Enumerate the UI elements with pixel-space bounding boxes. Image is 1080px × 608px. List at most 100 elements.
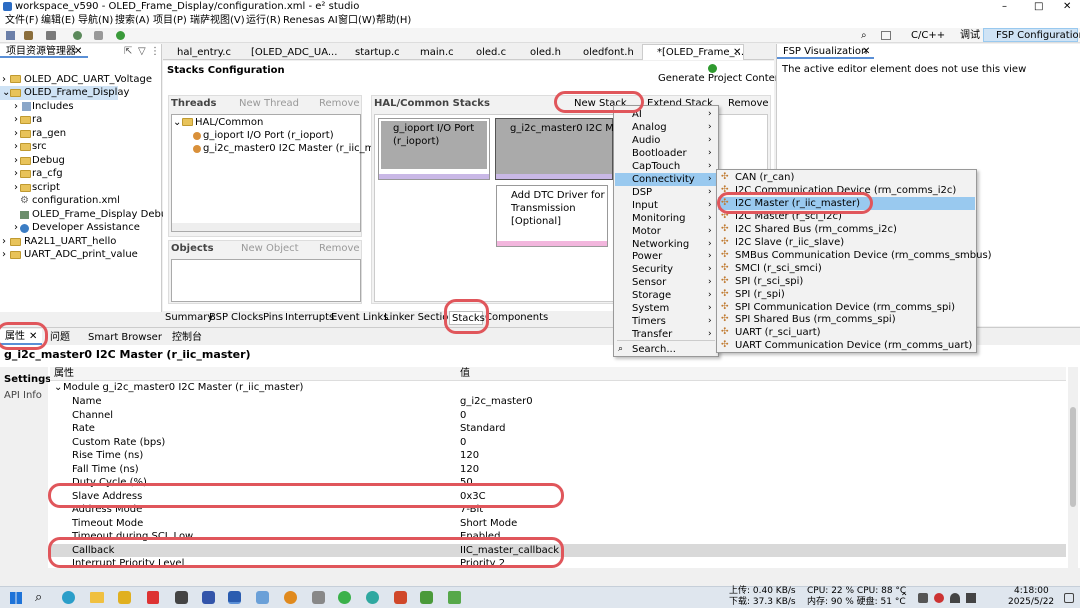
explorer-tab[interactable]: 项目资源管理器 ✕: [0, 44, 88, 58]
app-icon[interactable]: [118, 591, 131, 604]
property-value[interactable]: 120: [460, 449, 479, 462]
table-row[interactable]: Custom Rate (bps) 0: [50, 436, 1066, 450]
property-value[interactable]: 0: [460, 436, 466, 449]
menu-search[interactable]: 搜索(A): [115, 14, 150, 27]
tab-pins[interactable]: Pins: [263, 311, 283, 324]
new-stack-menu-item[interactable]: Networking: [632, 238, 689, 251]
menu-edit[interactable]: 编辑(E): [41, 14, 75, 27]
search-icon[interactable]: ⌕: [861, 29, 867, 42]
new-stack-menu-item[interactable]: Input: [632, 199, 658, 212]
chevron-right-icon[interactable]: ›: [14, 100, 18, 113]
perspective-debug[interactable]: 调试: [960, 29, 980, 42]
table-row[interactable]: Fall Time (ns) 120: [50, 463, 1066, 477]
perspective-cpp[interactable]: C/C++: [911, 29, 945, 42]
new-stack-menu-item[interactable]: Search...: [632, 343, 676, 356]
windows-start-icon[interactable]: [10, 592, 22, 604]
new-stack-menu-item[interactable]: Connectivity: [632, 173, 695, 186]
stack-block-ioport[interactable]: g_ioport I/O Port (r_ioport): [378, 118, 490, 180]
connectivity-menu-item[interactable]: SPI Shared Bus (rm_comms_spi): [735, 313, 896, 326]
thread-module-i2c[interactable]: g_i2c_master0 I2C Master (r_iic_maste: [203, 142, 396, 155]
explorer-item-ra[interactable]: ra: [32, 113, 42, 126]
tab-main[interactable]: main.c: [420, 46, 454, 59]
tab-event-links[interactable]: Event Links: [331, 311, 389, 324]
hammer-icon[interactable]: [46, 31, 56, 40]
property-value[interactable]: 50: [460, 476, 473, 489]
explorer-item-ra2l1[interactable]: RA2L1_UART_hello: [24, 235, 116, 248]
new-stack-menu-item[interactable]: System: [632, 302, 669, 315]
connectivity-menu-item[interactable]: I2C Master (r_iic_master): [735, 197, 860, 210]
view-menu-icon[interactable]: ⋮: [150, 45, 160, 58]
tab-problems[interactable]: 问题: [50, 331, 70, 344]
debug-icon[interactable]: [73, 31, 82, 40]
connectivity-menu-item[interactable]: SPI (r_spi): [735, 288, 785, 301]
fsp-visualization-tab[interactable]: FSP Visualization ✕: [777, 44, 874, 59]
new-stack-menu-item[interactable]: Storage: [632, 289, 671, 302]
chevron-right-icon[interactable]: ›: [14, 154, 18, 167]
properties-scrollbar[interactable]: [1068, 367, 1078, 568]
connectivity-menu-item[interactable]: SPI Communication Device (rm_comms_spi): [735, 301, 955, 314]
connectivity-menu-item[interactable]: SPI (r_sci_spi): [735, 275, 803, 288]
table-row[interactable]: Duty Cycle (%) 50: [50, 476, 1066, 490]
new-stack-menu-item[interactable]: DSP: [632, 186, 652, 199]
table-row[interactable]: Callback IIC_master_callback: [50, 543, 1066, 557]
property-value[interactable]: 0: [460, 409, 466, 422]
app-icon[interactable]: [448, 591, 461, 604]
connectivity-menu-item[interactable]: I2C Shared Bus (rm_comms_i2c): [735, 223, 897, 236]
collapse-all-icon[interactable]: ⇱: [124, 45, 132, 58]
edge-icon[interactable]: [62, 591, 75, 604]
new-stack-menu-item[interactable]: Audio: [632, 134, 660, 147]
threads-scrollbar[interactable]: [172, 223, 360, 231]
chevron-down-icon[interactable]: ⌄: [173, 116, 181, 129]
tab-properties-active[interactable]: 属性 ✕: [0, 329, 42, 345]
new-stack-menu-item[interactable]: Sensor: [632, 276, 666, 289]
explorer-item-src[interactable]: src: [32, 140, 47, 153]
explorer-item-developer-assistance[interactable]: Developer Assistance: [32, 221, 140, 234]
wechat-icon[interactable]: [338, 591, 351, 604]
app-icon[interactable]: [420, 591, 433, 604]
new-stack-menu-item[interactable]: Monitoring: [632, 212, 685, 225]
close-icon[interactable]: ✕: [74, 45, 82, 58]
explorer-item-uart-adc[interactable]: UART_ADC_print_value: [24, 248, 138, 261]
table-row[interactable]: Timeout Mode Short Mode: [50, 517, 1066, 531]
connectivity-menu-item[interactable]: UART Communication Device (rm_comms_uart…: [735, 339, 972, 352]
explorer-item-project-frame[interactable]: OLED_Frame_Display: [24, 86, 129, 99]
chevron-right-icon[interactable]: ›: [14, 113, 18, 126]
e2studio-icon[interactable]: [228, 591, 241, 604]
chevron-right-icon[interactable]: ›: [14, 140, 18, 153]
properties-tab-settings[interactable]: Settings: [4, 373, 51, 386]
new-stack-menu-item[interactable]: Motor: [632, 225, 661, 238]
menu-renesas-ai[interactable]: Renesas AI: [283, 14, 338, 27]
tab-smart-browser[interactable]: Smart Browser: [88, 331, 162, 344]
chevron-up-icon[interactable]: ⌃: [900, 591, 908, 604]
chevron-right-icon[interactable]: ›: [2, 248, 6, 261]
generate-project-content[interactable]: Generate Project Content: [658, 72, 785, 85]
table-row[interactable]: Rate Standard: [50, 422, 1066, 436]
close-button[interactable]: ✕: [1063, 0, 1071, 13]
explorer-item-project-voltage[interactable]: OLED_ADC_UART_Voltage: [24, 73, 152, 86]
tab-console[interactable]: 控制台: [172, 331, 202, 344]
table-row[interactable]: Rise Time (ns) 120: [50, 449, 1066, 463]
tab-clocks[interactable]: Clocks: [231, 311, 263, 324]
connectivity-menu-item[interactable]: I2C Slave (r_iic_slave): [735, 236, 844, 249]
connectivity-menu-item[interactable]: CAN (r_can): [735, 171, 794, 184]
property-value[interactable]: Priority 2: [460, 557, 505, 568]
build-icon[interactable]: [24, 31, 33, 40]
tray-icon[interactable]: [918, 593, 928, 603]
tab-bsp[interactable]: BSP: [209, 311, 228, 324]
tab-startup[interactable]: startup.c: [355, 46, 400, 59]
property-value[interactable]: g_i2c_master0: [460, 395, 533, 408]
explorer-item-debug[interactable]: Debug: [32, 154, 65, 167]
chevron-down-icon[interactable]: ⌄: [54, 381, 62, 394]
table-row[interactable]: Channel 0: [50, 409, 1066, 423]
properties-tab-api-info[interactable]: API Info: [4, 389, 42, 402]
open-perspective-icon[interactable]: [881, 31, 891, 40]
tab-hal-entry[interactable]: hal_entry.c: [177, 46, 231, 59]
remove-object-button[interactable]: Remove: [319, 242, 360, 255]
close-icon[interactable]: ✕: [29, 330, 37, 343]
chevron-right-icon[interactable]: ›: [14, 221, 18, 234]
volume-icon[interactable]: [966, 593, 976, 603]
menu-navigate[interactable]: 导航(N): [78, 14, 113, 27]
property-value[interactable]: 120: [460, 463, 479, 476]
connectivity-menu-item[interactable]: I2C Communication Device (rm_comms_i2c): [735, 184, 956, 197]
explorer-item-ra-cfg[interactable]: ra_cfg: [32, 167, 63, 180]
